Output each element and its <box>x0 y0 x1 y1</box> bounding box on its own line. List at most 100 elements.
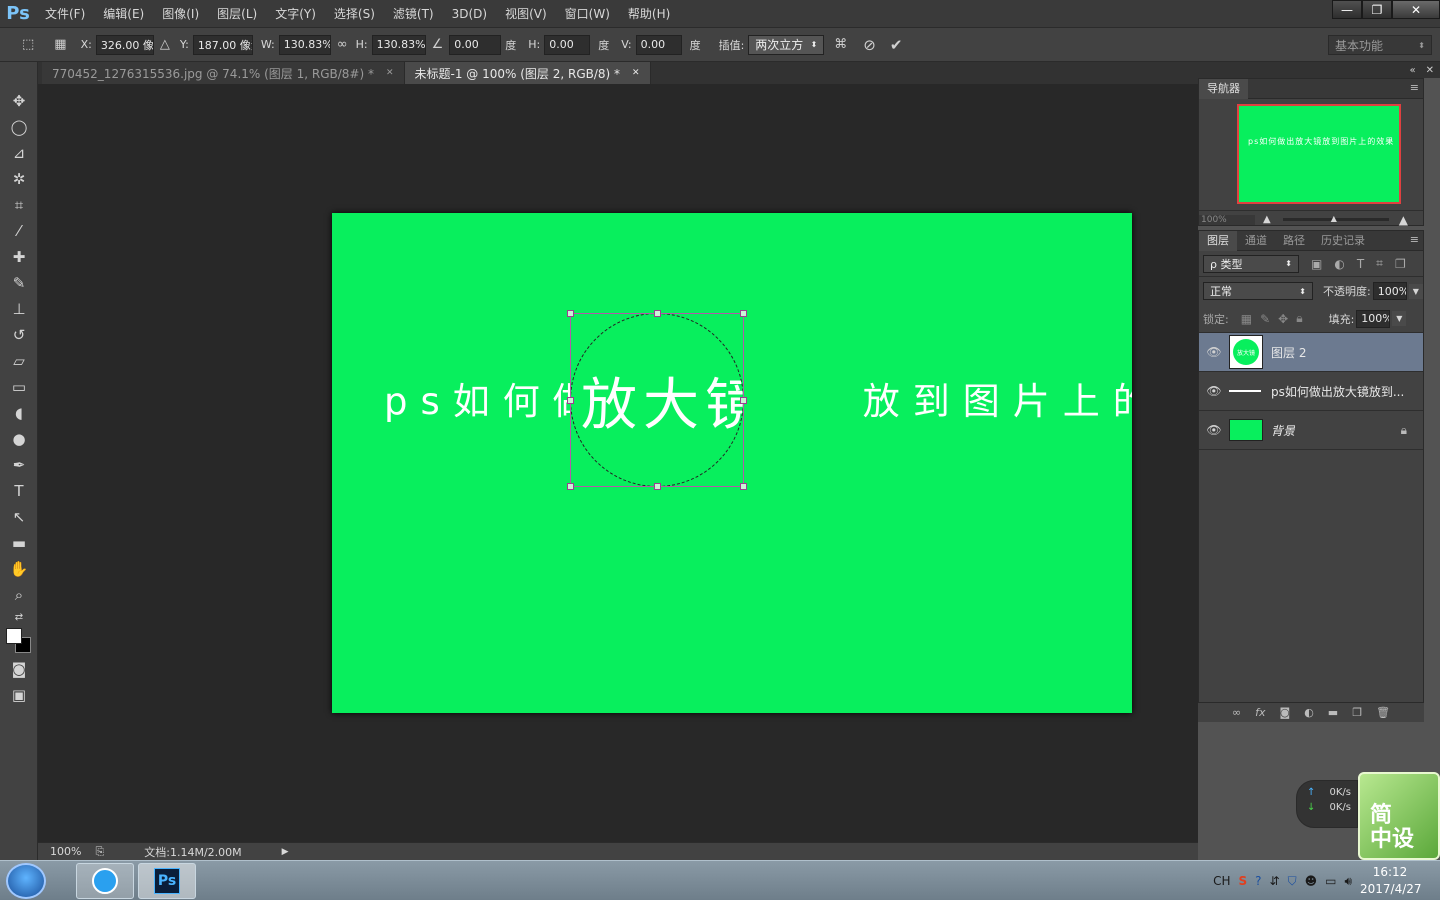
tab-document-1[interactable]: 770452_1276315536.jpg @ 74.1% (图层 1, RGB… <box>42 62 405 84</box>
layer-name[interactable]: ps如何做出放大镜放到... <box>1271 383 1404 400</box>
menu-3d[interactable]: 3D(D) <box>443 0 496 28</box>
path-selection-tool-icon[interactable]: ↖ <box>0 504 38 530</box>
x-input[interactable]: 326.00 像素 <box>95 34 154 55</box>
brush-tool-icon[interactable]: ✎ <box>0 270 38 296</box>
delete-layer-icon[interactable]: 🗑︎ <box>1376 706 1390 719</box>
net-speed-widget[interactable]: ↑ 0K/s ↓ 0K/s <box>1296 780 1358 828</box>
layer-filter-select[interactable]: ρ 类型 ⬍ <box>1203 254 1299 273</box>
add-mask-icon[interactable]: ◙ <box>1280 706 1291 719</box>
sogou-icon[interactable]: S <box>1238 874 1247 888</box>
blend-mode-select[interactable]: 正常 ⬍ <box>1203 282 1313 300</box>
angle-input[interactable]: 0.00 <box>449 34 502 55</box>
handle-top-right[interactable] <box>740 310 747 317</box>
language-indicator[interactable]: CH <box>1213 874 1230 888</box>
relative-position-icon[interactable]: △ <box>160 37 170 52</box>
menu-image[interactable]: 图像(I) <box>153 0 208 28</box>
visibility-eye-icon[interactable]: 👁︎ <box>1199 384 1229 398</box>
handle-middle-right[interactable] <box>740 397 747 404</box>
type-tool-icon[interactable]: T <box>0 478 38 504</box>
tab-paths[interactable]: 路径 <box>1275 231 1313 251</box>
menu-view[interactable]: 视图(V) <box>496 0 556 28</box>
zoom-tool-icon[interactable]: ⌕ <box>0 582 38 608</box>
lock-position-icon[interactable]: ✥ <box>1278 312 1288 326</box>
interpolation-select[interactable]: 两次立方 ⬍ <box>748 34 825 55</box>
help-icon[interactable]: ? <box>1255 874 1261 888</box>
zoom-slider-thumb[interactable]: ▲ <box>1331 214 1337 223</box>
layer-row-layer2[interactable]: 👁︎ 放大镜 图层 2 <box>1199 333 1423 372</box>
commit-transform-icon[interactable]: ✔ <box>890 36 903 54</box>
gradient-tool-icon[interactable]: ▭ <box>0 374 38 400</box>
lock-all-icon[interactable]: 🔒︎ <box>1296 311 1302 326</box>
new-layer-icon[interactable]: ❐ <box>1352 706 1362 719</box>
healing-brush-tool-icon[interactable]: ✚ <box>0 244 38 270</box>
menu-type[interactable]: 文字(Y) <box>266 0 325 28</box>
handle-middle-left[interactable] <box>567 397 574 404</box>
zoom-slider[interactable]: ▲ <box>1282 214 1389 223</box>
hand-tool-icon[interactable]: ✋ <box>0 556 38 582</box>
close-panels-icon[interactable]: ✕ <box>1426 65 1434 76</box>
menu-edit[interactable]: 编辑(E) <box>94 0 153 28</box>
export-icon[interactable]: ⎘ <box>95 845 104 859</box>
fill-dropdown-icon[interactable]: ▼ <box>1392 311 1407 326</box>
menu-file[interactable]: 文件(F) <box>36 0 94 28</box>
y-input[interactable]: 187.00 像素 <box>192 34 253 55</box>
cancel-transform-icon[interactable]: ⊘ <box>863 36 876 54</box>
screen-mode-icon[interactable]: ▣ <box>0 682 38 708</box>
handle-bottom-center[interactable] <box>654 483 661 490</box>
height-input[interactable]: 130.83% <box>371 34 426 55</box>
link-layers-icon[interactable]: ∞ <box>1232 706 1241 719</box>
shield-icon[interactable]: ⛉ <box>1288 874 1297 889</box>
layer-row-background[interactable]: 👁︎ 背景 🔒︎ <box>1199 411 1423 450</box>
link-icon[interactable]: ∞ <box>337 37 348 52</box>
volume-icon[interactable]: 🔊︎ <box>1344 874 1352 889</box>
quick-mask-icon[interactable]: ◙ <box>0 656 38 682</box>
clock[interactable]: 16:12 2017/4/27 <box>1360 864 1422 898</box>
document-canvas[interactable]: ps如何做出放到图片上的效果 放大镜 <box>332 213 1132 713</box>
layer-name[interactable]: 背景 <box>1271 422 1295 439</box>
menu-select[interactable]: 选择(S) <box>325 0 384 28</box>
handle-bottom-left[interactable] <box>567 483 574 490</box>
free-transform-box[interactable] <box>567 310 747 490</box>
eyedropper-tool-icon[interactable]: ⁄ <box>0 218 38 244</box>
menu-window[interactable]: 窗口(W) <box>556 0 619 28</box>
menu-filter[interactable]: 滤镜(T) <box>384 0 443 28</box>
opacity-dropdown-icon[interactable]: ▼ <box>1408 283 1423 299</box>
qq-icon[interactable]: ☻ <box>1305 874 1318 888</box>
filter-smart-object-icon[interactable]: ❐ <box>1395 257 1406 271</box>
history-brush-tool-icon[interactable]: ↺ <box>0 322 38 348</box>
start-button[interactable] <box>6 863 46 899</box>
tab-layers[interactable]: 图层 <box>1199 230 1237 251</box>
swap-colors-icon[interactable]: ⇄ <box>0 608 38 626</box>
color-swatches[interactable] <box>0 626 38 656</box>
tab-history[interactable]: 历史记录 <box>1313 231 1373 251</box>
clone-stamp-tool-icon[interactable]: ⊥ <box>0 296 38 322</box>
lock-transparent-icon[interactable]: ▦ <box>1241 312 1252 326</box>
tab-document-2[interactable]: 未标题-1 @ 100% (图层 2, RGB/8) * ✕ <box>404 62 651 84</box>
taskbar-photoshop[interactable]: Ps <box>138 863 196 899</box>
handle-bottom-right[interactable] <box>740 483 747 490</box>
polygonal-lasso-tool-icon[interactable]: ⊿ <box>0 140 38 166</box>
new-group-icon[interactable]: ▬ <box>1328 706 1338 719</box>
filter-adjustment-icon[interactable]: ◐ <box>1334 257 1344 271</box>
panel-menu-icon[interactable]: ≡ <box>1410 81 1419 94</box>
handle-top-center[interactable] <box>654 310 661 317</box>
filter-shape-icon[interactable]: ⌗ <box>1376 256 1383 271</box>
eraser-tool-icon[interactable]: ▱ <box>0 348 38 374</box>
taskbar-browser[interactable] <box>76 863 134 899</box>
elliptical-marquee-tool-icon[interactable]: ◯ <box>0 114 38 140</box>
fx-icon[interactable]: fx <box>1255 706 1265 719</box>
rectangle-tool-icon[interactable]: ▬ <box>0 530 38 556</box>
canvas-area[interactable]: ps如何做出放到图片上的效果 放大镜 <box>38 84 1198 842</box>
layer-name[interactable]: 图层 2 <box>1271 344 1306 361</box>
hskew-input[interactable]: 0.00 <box>544 34 591 55</box>
visibility-eye-icon[interactable]: 👁︎ <box>1199 423 1229 437</box>
blur-tool-icon[interactable]: ◖ <box>0 400 38 426</box>
visibility-eye-icon[interactable]: 👁︎ <box>1199 345 1229 359</box>
transform-tool-icon[interactable]: ⬚ <box>22 37 34 52</box>
filter-type-icon[interactable]: T <box>1357 257 1364 271</box>
zoom-out-icon[interactable]: ▲ <box>1263 214 1271 225</box>
navigator-zoom-value[interactable]: 100% <box>1199 214 1255 225</box>
zoom-level[interactable]: 100% <box>50 845 81 858</box>
vskew-input[interactable]: 0.00 <box>635 34 682 55</box>
menu-help[interactable]: 帮助(H) <box>619 0 679 28</box>
